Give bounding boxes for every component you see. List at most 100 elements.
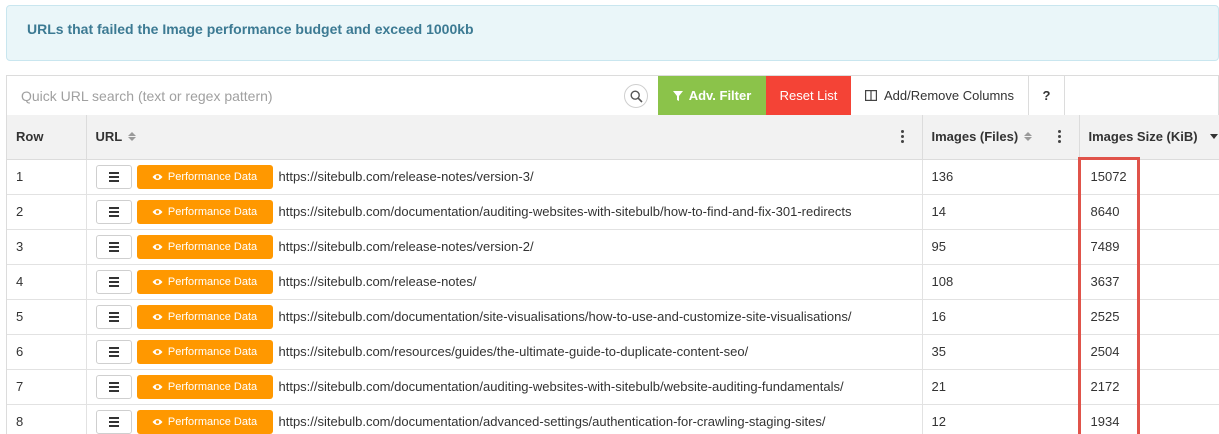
row-menu-button[interactable]	[95, 199, 132, 224]
url-cell: Performance Data https://sitebulb.com/rel…	[86, 159, 923, 195]
row-menu-button[interactable]	[95, 339, 132, 364]
column-header-row-label: Row	[16, 129, 44, 145]
columns-icon	[864, 90, 877, 101]
hamburger-icon	[108, 416, 119, 419]
eye-icon	[152, 278, 163, 285]
images-size-value: 15072	[1079, 159, 1219, 195]
eye-icon	[152, 313, 163, 320]
url-link[interactable]: https://sitebulb.com/documentation/audit…	[279, 379, 844, 394]
hamburger-icon	[108, 171, 119, 174]
hamburger-icon	[108, 346, 119, 349]
adv-filter-label: Adv. Filter	[688, 88, 752, 103]
performance-data-button[interactable]: Performance Data	[136, 339, 273, 364]
row-number: 7	[7, 369, 87, 405]
column-header-images-files[interactable]: Images (Files)	[922, 115, 1080, 160]
row-menu-button[interactable]	[95, 269, 132, 294]
results-table: Row URL Images (Files) Images Size (KiB)…	[7, 115, 1219, 434]
images-files-value: 14	[922, 194, 1080, 230]
row-number: 4	[7, 264, 87, 300]
url-search-input[interactable]	[7, 76, 657, 115]
images-size-value: 2172	[1079, 369, 1219, 405]
performance-data-button[interactable]: Performance Data	[136, 269, 273, 294]
performance-data-label: Performance Data	[167, 240, 258, 253]
url-link[interactable]: https://sitebulb.com/release-notes/	[279, 274, 477, 289]
hamburger-icon	[108, 175, 119, 178]
row-menu-button[interactable]	[95, 304, 132, 329]
row-number: 1	[7, 159, 87, 195]
hamburger-icon	[108, 276, 119, 279]
url-link[interactable]: https://sitebulb.com/documentation/audit…	[279, 204, 852, 219]
performance-data-label: Performance Data	[167, 170, 258, 183]
row-menu-button[interactable]	[95, 409, 132, 434]
performance-data-button[interactable]: Performance Data	[136, 304, 273, 329]
hamburger-icon	[108, 315, 119, 318]
table-row: 1 Performance Data https://sitebulb.com/re…	[7, 159, 1219, 195]
hamburger-icon	[108, 424, 119, 427]
url-link[interactable]: https://sitebulb.com/documentation/advan…	[279, 414, 826, 429]
eye-icon	[152, 243, 163, 250]
table-row: 7 Performance Data https://sitebulb.com/do…	[7, 369, 1219, 405]
results-grid: Row URL Images (Files) Images Size (KiB)…	[6, 115, 1219, 434]
row-menu-button[interactable]	[95, 164, 132, 189]
kebab-icon[interactable]	[900, 130, 905, 143]
images-files-value: 16	[922, 299, 1080, 335]
performance-data-button[interactable]: Performance Data	[136, 409, 273, 434]
url-link[interactable]: https://sitebulb.com/resources/guides/th…	[279, 344, 749, 359]
performance-data-label: Performance Data	[167, 345, 258, 358]
kebab-icon[interactable]	[1057, 130, 1062, 143]
eye-icon	[152, 348, 163, 355]
images-size-value: 2504	[1079, 334, 1219, 370]
reset-list-button[interactable]: Reset List	[766, 76, 851, 115]
sort-icon[interactable]	[1024, 132, 1033, 142]
url-cell: Performance Data https://sitebulb.com/rel…	[86, 229, 923, 265]
hamburger-icon	[108, 420, 119, 423]
adv-filter-button[interactable]: Adv. Filter	[658, 76, 766, 115]
hamburger-icon	[108, 354, 119, 357]
hamburger-icon	[108, 385, 119, 388]
row-number: 8	[7, 404, 87, 434]
images-files-value: 35	[922, 334, 1080, 370]
hamburger-icon	[108, 249, 119, 252]
row-number: 3	[7, 229, 87, 265]
hamburger-icon	[108, 206, 119, 209]
column-header-images-size[interactable]: Images Size (KiB)	[1079, 115, 1219, 160]
help-button[interactable]: ?	[1029, 76, 1065, 115]
search-icon	[630, 90, 643, 103]
banner-title: URLs that failed the Image performance b…	[27, 21, 474, 37]
images-size-value: 7489	[1079, 229, 1219, 265]
performance-data-button[interactable]: Performance Data	[136, 199, 273, 224]
row-menu-button[interactable]	[95, 374, 132, 399]
help-label: ?	[1042, 88, 1051, 103]
performance-data-button[interactable]: Performance Data	[136, 164, 273, 189]
search-button[interactable]	[624, 84, 648, 108]
add-remove-columns-label: Add/Remove Columns	[883, 88, 1015, 103]
hamburger-icon	[108, 381, 119, 384]
url-cell: Performance Data https://sitebulb.com/res…	[86, 334, 923, 370]
hamburger-icon	[108, 311, 119, 314]
images-size-value: 2525	[1079, 299, 1219, 335]
row-menu-button[interactable]	[95, 234, 132, 259]
performance-data-label: Performance Data	[167, 415, 258, 428]
hamburger-icon	[108, 210, 119, 213]
performance-data-button[interactable]: Performance Data	[136, 374, 273, 399]
hamburger-icon	[108, 280, 119, 283]
performance-data-button[interactable]: Performance Data	[136, 234, 273, 259]
column-header-url[interactable]: URL	[86, 115, 923, 160]
hamburger-icon	[108, 389, 119, 392]
url-link[interactable]: https://sitebulb.com/release-notes/versi…	[279, 169, 534, 184]
images-files-value: 12	[922, 404, 1080, 434]
filter-icon	[672, 90, 683, 101]
sort-icon[interactable]	[128, 132, 137, 142]
grid-toolbar: Adv. Filter Reset List Add/Remove Column…	[6, 75, 1219, 115]
hamburger-icon	[108, 214, 119, 217]
sort-descending-icon[interactable]	[1209, 134, 1218, 140]
url-link[interactable]: https://sitebulb.com/release-notes/versi…	[279, 239, 534, 254]
column-header-row[interactable]: Row	[7, 115, 87, 160]
table-row: 4 Performance Data https://sitebulb.com/re…	[7, 264, 1219, 300]
images-files-value: 21	[922, 369, 1080, 405]
eye-icon	[152, 208, 163, 215]
url-link[interactable]: https://sitebulb.com/documentation/site-…	[279, 309, 852, 324]
table-row: 6 Performance Data https://sitebulb.com/re…	[7, 334, 1219, 370]
eye-icon	[152, 173, 163, 180]
add-remove-columns-button[interactable]: Add/Remove Columns	[851, 76, 1029, 115]
